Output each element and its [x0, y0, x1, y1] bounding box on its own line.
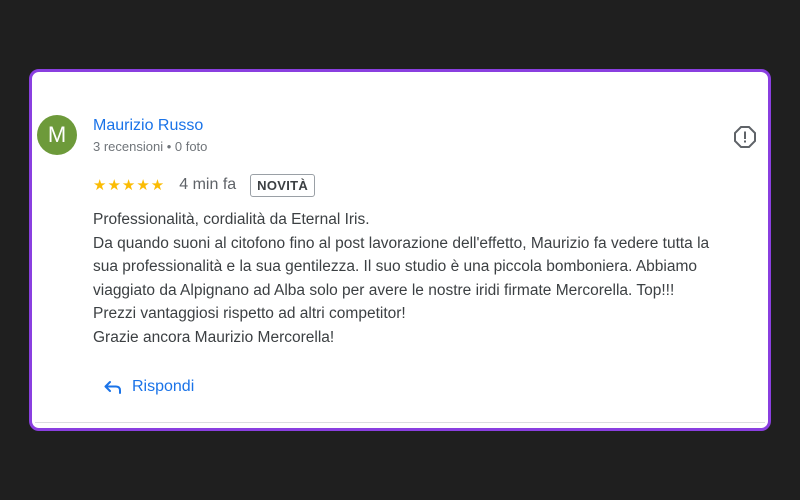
- review-line: Professionalità, cordialità da Eternal I…: [93, 211, 370, 228]
- rating-row: ★★★★★ 4 min fa NOVITÀ: [93, 172, 316, 198]
- report-flag-icon[interactable]: [733, 125, 757, 149]
- new-badge: NOVITÀ: [250, 173, 316, 197]
- review-line: sua professionalità e la sua gentilezza.…: [93, 258, 698, 275]
- review-line: Grazie ancora Maurizio Mercorella!: [93, 328, 335, 346]
- divider: [35, 422, 765, 423]
- star-rating: ★★★★★: [93, 176, 166, 194]
- review-card: M Maurizio Russo 3 recensioni • 0 foto ★…: [29, 69, 771, 431]
- reply-arrow-icon: [104, 381, 121, 394]
- avatar[interactable]: M: [37, 115, 77, 155]
- review-time: 4 min fa: [179, 176, 237, 193]
- review-text: Professionalità, cordialità da Eternal I…: [93, 208, 763, 349]
- review-line: Prezzi vantaggiosi rispetto ad altri com…: [93, 305, 406, 322]
- author-meta: 3 recensioni • 0 foto: [93, 139, 208, 154]
- reply-label: Rispondi: [132, 378, 195, 395]
- reply-button[interactable]: Rispondi: [104, 378, 194, 396]
- review-line: Da quando suoni al citofono fino al post…: [93, 234, 710, 252]
- review-line: viaggiato da Alpignano ad Alba solo per …: [93, 281, 675, 299]
- author-name-link[interactable]: Maurizio Russo: [93, 117, 203, 135]
